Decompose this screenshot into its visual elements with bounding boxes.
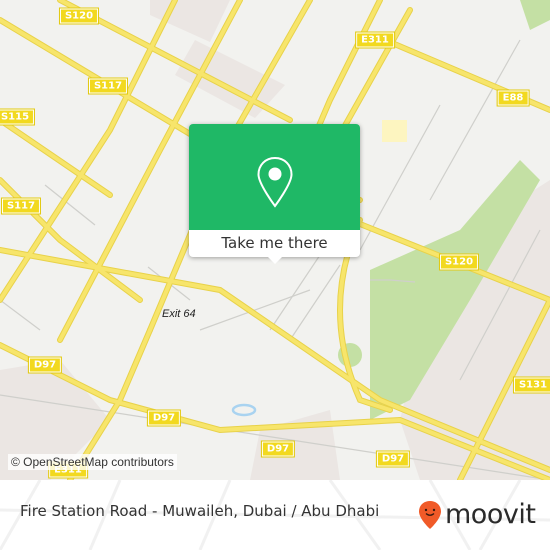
osm-attribution[interactable]: © OpenStreetMap contributors	[8, 454, 177, 470]
road-shield-d97: D97	[146, 409, 182, 427]
popup-tail	[268, 257, 282, 264]
moovit-logo[interactable]: moovit	[418, 497, 536, 533]
road-shield-s120: S120	[58, 7, 100, 25]
road-shield-s117: S117	[0, 197, 42, 215]
moovit-pin-smiley-icon	[419, 501, 441, 529]
place-label-exit-64: Exit 64	[162, 308, 196, 320]
road-shield-d97: D97	[375, 450, 411, 468]
location-title: Fire Station Road - Muwaileh, Dubai / Ab…	[20, 502, 380, 520]
road-shield-e311: E311	[355, 31, 395, 49]
map-canvas[interactable]: S120 E311 S117 S115 E88 S117 S120 D97 S1…	[0, 0, 550, 480]
road-shield-d97: D97	[27, 356, 63, 374]
road-shield-s115: S115	[0, 108, 36, 126]
road-shield-s131: S131	[512, 376, 550, 394]
map-pin-icon	[257, 156, 293, 208]
road-shield-e88: E88	[496, 89, 530, 107]
take-me-there-popup[interactable]: Take me there	[189, 124, 360, 264]
footer-bar: Fire Station Road - Muwaileh, Dubai / Ab…	[0, 480, 550, 550]
moovit-wordmark: moovit	[445, 499, 536, 530]
road-shield-s117: S117	[87, 77, 129, 95]
water-pond	[231, 403, 257, 417]
take-me-there-button[interactable]: Take me there	[189, 230, 360, 257]
road-shield-s120: S120	[438, 253, 480, 271]
road-shield-d97: D97	[260, 440, 296, 458]
